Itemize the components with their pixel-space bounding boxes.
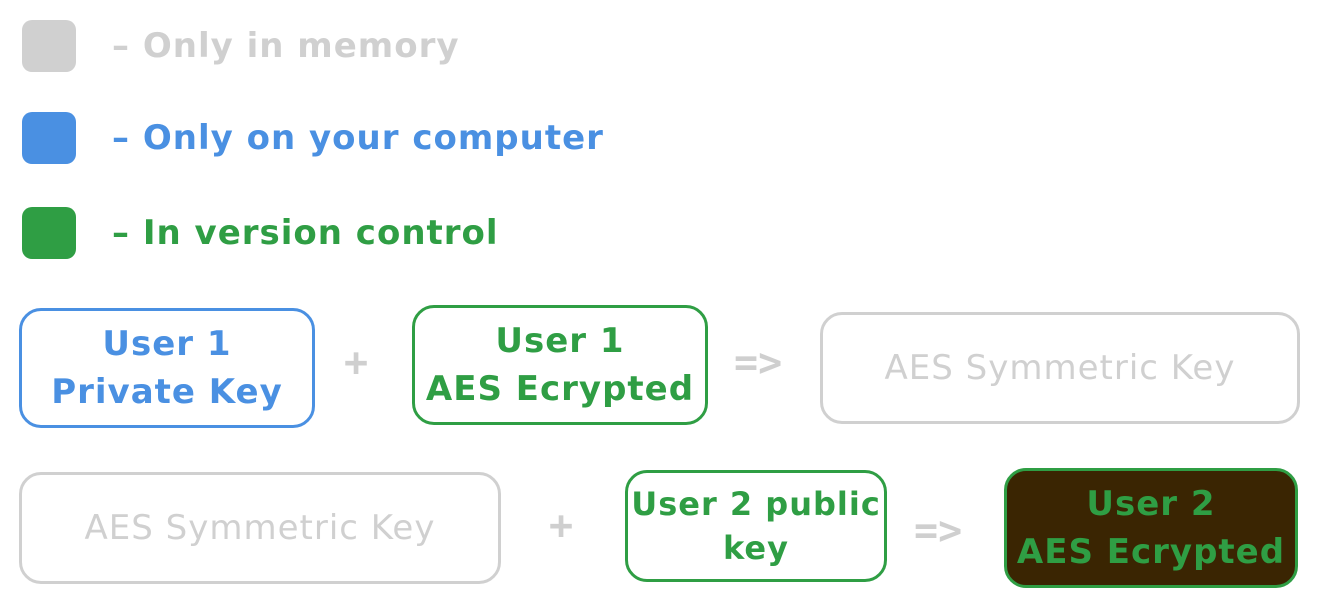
memory-swatch [22,20,76,72]
legend-memory-label: – Only in memory [112,26,460,66]
user2-public-key-label: User 2 public key [631,485,881,567]
arrow-operator-row2: => [914,508,963,554]
legend-computer: – Only on your computer [22,108,604,168]
user1-private-key-label: User 1 Private Key [51,324,283,412]
legend-version-control-label: – In version control [112,213,499,253]
aes-symmetric-key-result-box: AES Symmetric Key [820,312,1300,424]
user2-aes-encrypted-box: User 2 AES Ecrypted [1004,468,1298,588]
user1-aes-encrypted-label: User 1 AES Ecrypted [425,321,695,409]
user1-aes-encrypted-box: User 1 AES Ecrypted [412,305,708,425]
aes-symmetric-key-result-label: AES Symmetric Key [884,348,1236,388]
aes-symmetric-key-input-box: AES Symmetric Key [19,472,501,584]
user2-public-key-box: User 2 public key [625,470,887,582]
version-control-swatch [22,207,76,259]
user2-aes-encrypted-label: User 2 AES Ecrypted [1016,484,1286,572]
computer-swatch [22,112,76,164]
legend-version-control: – In version control [22,203,499,263]
legend-memory: – Only in memory [22,16,460,76]
aes-symmetric-key-input-label: AES Symmetric Key [84,508,436,548]
legend-computer-label: – Only on your computer [112,118,604,158]
plus-operator-row1: + [344,340,369,386]
plus-operator-row2: + [549,503,574,549]
user1-private-key-box: User 1 Private Key [19,308,315,428]
arrow-operator-row1: => [734,340,783,386]
